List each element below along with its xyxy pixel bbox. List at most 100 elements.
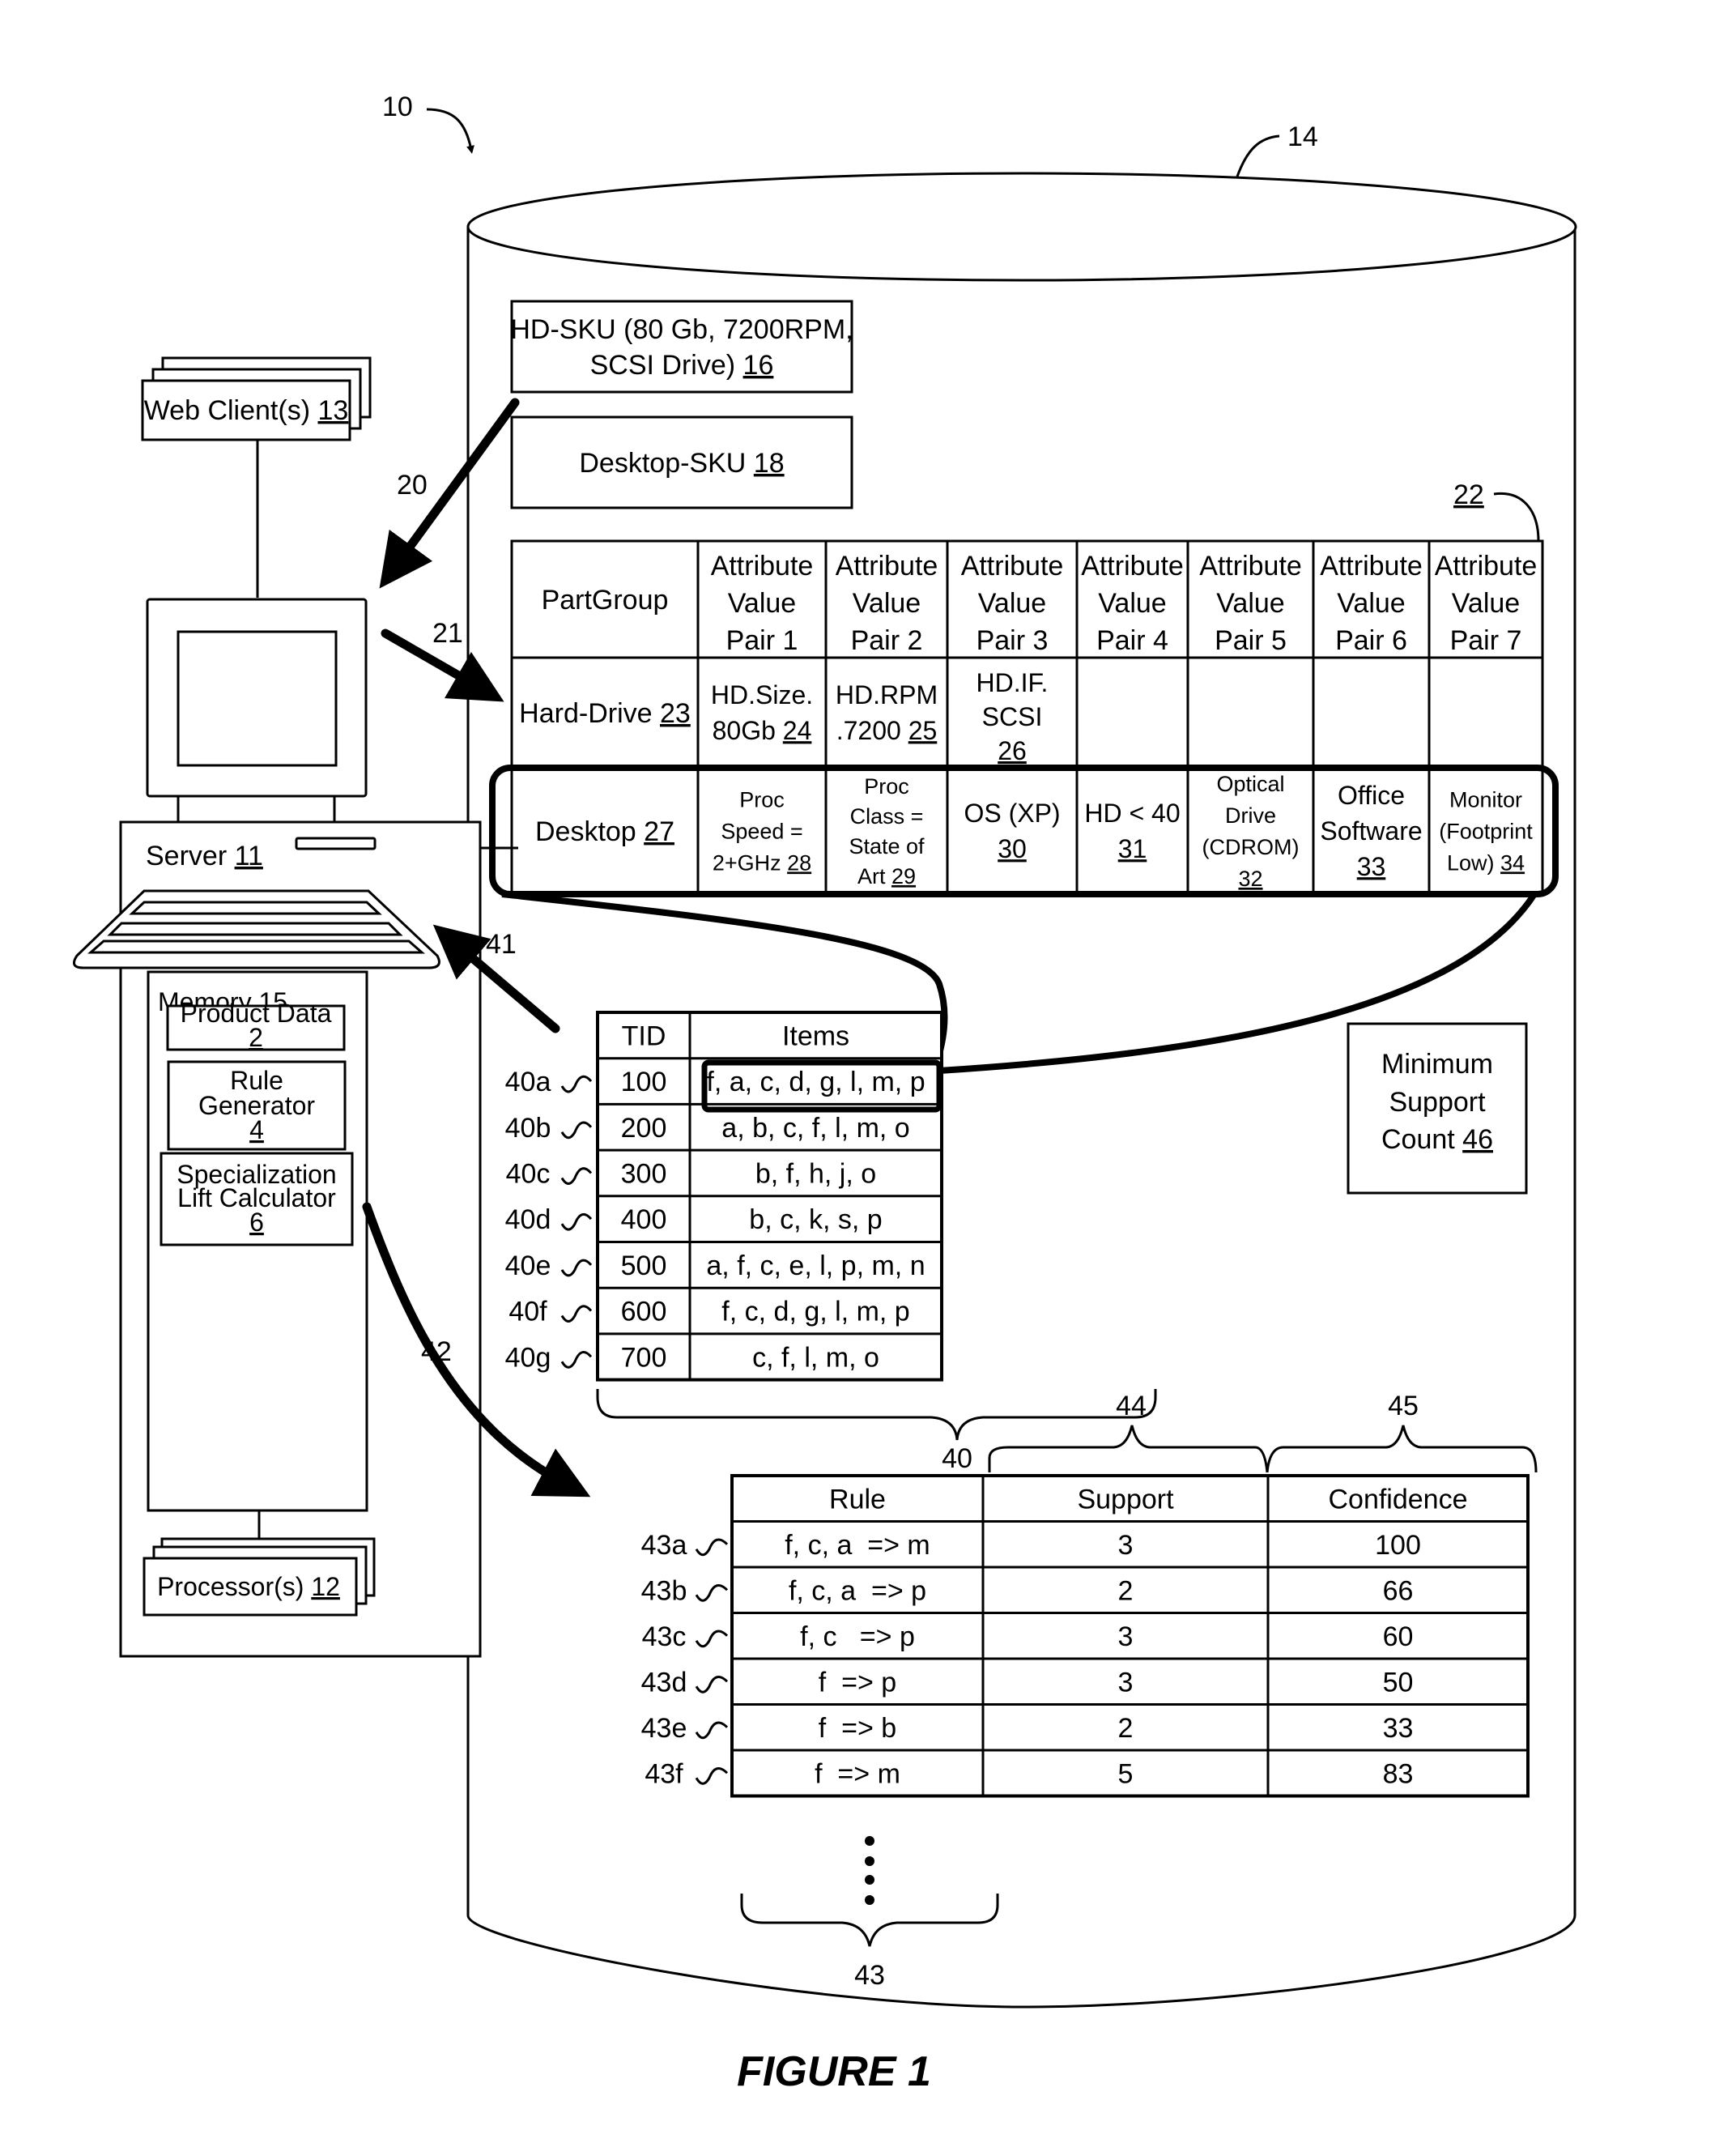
desktop-attribute-2-line: Proc <box>864 774 909 799</box>
attribute-header-2: Attribute <box>836 551 938 582</box>
desktop-attribute-2-line: Art 29 <box>857 864 916 888</box>
desktop-attribute-5: 32 <box>1238 867 1262 891</box>
desktop-attribute-2-line: State of <box>849 834 925 858</box>
confidence-ref: 45 <box>1388 1391 1419 1421</box>
hard-drive-attribute-2-line: .7200 25 <box>836 716 938 745</box>
attribute-header-4: Pair 4 <box>1096 625 1168 656</box>
attribute-header-3: Pair 3 <box>976 625 1049 656</box>
web-clients-label: Web Client(s) 13 <box>144 395 349 426</box>
lift-calculator-box: Specialization Lift Calculator 6 <box>160 1152 354 1246</box>
rule-support: 3 <box>1118 1621 1134 1652</box>
rule-confidence: 66 <box>1383 1575 1414 1606</box>
attribute-header-3: Attribute <box>961 551 1064 582</box>
desktop-attribute-1-line: Proc <box>739 787 785 812</box>
desktop-attribute-6: Office <box>1338 781 1405 810</box>
rule-text: f => m <box>815 1758 900 1789</box>
server-label: Server 11 <box>146 841 263 871</box>
rule-ref-label: 43c <box>642 1621 687 1652</box>
figure-caption: FIGURE 1 <box>737 2048 931 2095</box>
rule-ref-label: 43b <box>641 1575 687 1606</box>
transaction-items: b, f, h, j, o <box>755 1158 876 1189</box>
min-support-line1: Minimum <box>1381 1049 1493 1080</box>
rule-confidence: 60 <box>1383 1621 1414 1652</box>
desktop-attribute-1-line: Speed = <box>721 819 802 843</box>
transaction-ref-label: 40a <box>505 1067 551 1097</box>
tid-header: TID <box>622 1020 666 1051</box>
processors-label: Processor(s) 12 <box>157 1572 340 1601</box>
rule-text: f => p <box>819 1667 896 1698</box>
attribute-header-7: Pair 7 <box>1450 625 1522 656</box>
transaction-items: a, b, c, f, l, m, o <box>721 1113 909 1144</box>
rule-support: 2 <box>1118 1713 1134 1744</box>
arrow-42-label: 42 <box>421 1336 452 1367</box>
confidence-header: Confidence <box>1328 1484 1467 1515</box>
partgroup-table: PartGroup Attribute Value Pair 1 Attribute Va… <box>510 539 1544 896</box>
rule-text: f, c, a => p <box>789 1575 926 1606</box>
attribute-header-5: Attribute <box>1199 551 1302 582</box>
min-support-line2: Support <box>1389 1087 1486 1118</box>
attribute-header-4: Attribute <box>1081 551 1184 582</box>
hard-drive-attribute-3: HD.IF. <box>976 668 1049 697</box>
desktop-attribute-1-line: 2+GHz 28 <box>713 850 811 875</box>
product-data-ref: 2 <box>249 1023 263 1052</box>
transaction-items: f, c, d, g, l, m, p <box>721 1297 909 1327</box>
rule-ref-label: 43d <box>641 1667 687 1698</box>
desktop-attribute-1-ref: 28 <box>787 850 811 875</box>
transaction-tid: 200 <box>621 1113 667 1144</box>
database-ref-label: 14 <box>1287 121 1318 152</box>
computer-monitor-icon <box>146 598 368 822</box>
rule-confidence: 33 <box>1383 1713 1414 1744</box>
rule-confidence: 83 <box>1383 1758 1414 1789</box>
hard-drive-attribute-1-line: HD.Size. <box>711 680 813 709</box>
arrow-21-label: 21 <box>432 618 463 649</box>
attribute-header-3: Value <box>978 588 1046 619</box>
rule-text: f, c, a => m <box>785 1530 930 1561</box>
desktop-attribute-7-line: (Footprint <box>1439 819 1533 843</box>
desktop-partgroup: Desktop 27 <box>535 816 674 847</box>
attribute-header-5: Value <box>1216 588 1284 619</box>
hard-drive-attribute-2-line: HD.RPM <box>836 680 938 709</box>
rule-ref-label: 43a <box>641 1530 687 1561</box>
lift-calculator-ref: 6 <box>249 1208 264 1237</box>
attribute-header-1: Pair 1 <box>726 625 798 656</box>
attribute-header-4: Value <box>1098 588 1166 619</box>
desktop-attribute-4: HD < 40 <box>1084 799 1180 828</box>
attribute-header-7: Value <box>1452 588 1520 619</box>
min-support-line3: Count 46 <box>1381 1124 1493 1155</box>
desktop-attribute-5: Drive <box>1225 803 1276 828</box>
support-ref: 44 <box>1116 1391 1147 1421</box>
processors-stack: Processor(s) 12 <box>143 1537 376 1617</box>
hard-drive-attribute-3-ref: 26 <box>998 736 1027 765</box>
attribute-header-6: Pair 6 <box>1335 625 1407 656</box>
desktop-attribute-2-ref: 29 <box>891 864 916 888</box>
transaction-ref-label: 40e <box>505 1250 551 1281</box>
min-support-box: Minimum Support Count 46 <box>1347 1022 1528 1195</box>
desktop-sku-label: Desktop-SKU 18 <box>579 448 784 479</box>
attribute-header-5: Pair 5 <box>1215 625 1287 656</box>
transaction-ref-label: 40d <box>505 1204 551 1235</box>
transaction-items: c, f, l, m, o <box>752 1342 879 1373</box>
transaction-ref-label: 40b <box>505 1113 551 1144</box>
rule-support: 2 <box>1118 1575 1134 1606</box>
database-ref-leader <box>1236 134 1280 177</box>
hard-drive-attribute-1-ref: 24 <box>783 716 812 745</box>
hard-drive-partgroup: Hard-Drive 23 <box>519 698 691 729</box>
rule-support: 3 <box>1118 1530 1134 1561</box>
attribute-header-6: Value <box>1337 588 1405 619</box>
hard-drive-attribute-3: SCSI <box>982 702 1043 731</box>
attribute-header-7: Attribute <box>1435 551 1538 582</box>
hd-sku-box: HD-SKU (80 Gb, 7200RPM, SCSI Drive) 16 <box>510 300 853 394</box>
attribute-header-6: Attribute <box>1320 551 1423 582</box>
partgroup-header: PartGroup <box>542 585 669 616</box>
rule-support: 5 <box>1118 1758 1134 1789</box>
attribute-header-2: Value <box>853 588 921 619</box>
desktop-attribute-7-line: Monitor <box>1449 787 1522 812</box>
transaction-items: f, a, c, d, g, l, m, p <box>706 1067 925 1097</box>
arrow-41-label: 41 <box>486 929 517 960</box>
attribute-header-1: Value <box>728 588 796 619</box>
arrow-20-label: 20 <box>397 470 428 501</box>
rule-generator-ref: 4 <box>249 1115 264 1144</box>
desktop-attribute-4: 31 <box>1118 834 1147 863</box>
transaction-ref-label: 40g <box>505 1342 551 1373</box>
rule-support: 3 <box>1118 1667 1134 1698</box>
